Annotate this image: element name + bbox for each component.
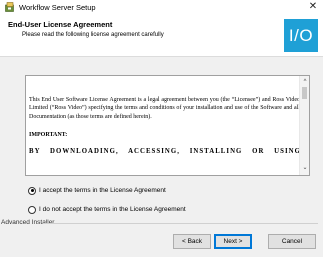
window-title: Workflow Server Setup [19,3,96,12]
title-bar: Workflow Server Setup ✕ [0,0,323,15]
license-content: This End User Software License Agreement… [29,76,300,175]
next-button[interactable]: Next > [214,234,252,249]
accept-option[interactable]: I accept the terms in the License Agreem… [28,185,166,196]
license-important-heading: IMPORTANT: [29,132,68,138]
back-button[interactable]: < Back [173,234,211,249]
page-title: End-User License Agreement [8,20,113,29]
decline-radio[interactable] [28,205,36,214]
close-icon[interactable]: ✕ [307,1,319,13]
scroll-down-icon[interactable]: ⌄ [300,164,309,172]
license-text-box[interactable]: This End User Software License Agreement… [25,75,310,176]
decline-label: I do not accept the terms in the License… [39,206,186,213]
installer-icon [5,2,14,12]
decline-option[interactable]: I do not accept the terms in the License… [28,204,186,215]
cancel-button[interactable]: Cancel [268,234,316,249]
scroll-thumb[interactable] [302,87,307,99]
footer-divider [43,223,318,224]
product-logo: I/O [284,19,318,52]
scroll-up-icon[interactable]: ^ [300,78,309,86]
header-banner: End-User License Agreement Please read t… [0,15,323,57]
license-scrollbar[interactable]: ^ ⌄ [299,76,309,175]
license-by-line: BY DOWNLOADING, ACCESSING, INSTALLING OR… [29,148,300,155]
accept-radio[interactable] [28,186,36,195]
setup-window: Workflow Server Setup ✕ End-User License… [0,0,323,257]
license-paragraph: This End User Software License Agreement… [29,97,300,120]
accept-label: I accept the terms in the License Agreem… [39,187,166,194]
page-subtitle: Please read the following license agreem… [22,32,164,38]
